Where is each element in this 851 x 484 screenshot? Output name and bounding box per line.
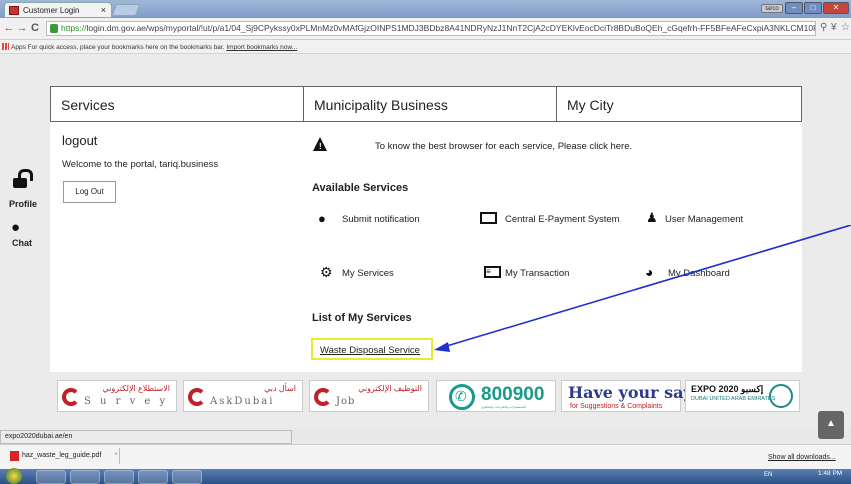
- url-input[interactable]: https://login.dm.gov.ae/wps/myportal/!ut…: [46, 21, 816, 36]
- extension-icon[interactable]: ¥: [831, 22, 837, 33]
- new-tab-button[interactable]: [111, 4, 141, 16]
- service-central-e-payment[interactable]: Central E-Payment System: [505, 214, 620, 225]
- top-navigation: Services Municipality Business My City: [50, 86, 802, 122]
- ejob-banner[interactable]: التوظيف الإلكتروني Job: [309, 380, 429, 412]
- comments-icon: ●: [318, 211, 326, 226]
- apps-icon[interactable]: [2, 43, 9, 50]
- have-your-say-banner[interactable]: Have your say. for Suggestions & Complai…: [561, 380, 697, 412]
- nav-tab-municipality-business[interactable]: Municipality Business: [304, 87, 557, 121]
- taskbar-clock[interactable]: 1:48 PM: [818, 470, 842, 477]
- e-logo-icon: [62, 388, 80, 406]
- service-my-services[interactable]: My Services: [342, 268, 394, 279]
- expo-emblem-icon: [769, 384, 793, 408]
- downloads-bar: [0, 444, 851, 469]
- logout-button[interactable]: Log Out: [63, 181, 116, 203]
- close-window-button[interactable]: ✕: [823, 2, 849, 14]
- user-icon: ♟: [646, 210, 658, 225]
- tab-close-icon[interactable]: ×: [101, 5, 106, 15]
- ejob-english: Job: [336, 396, 356, 407]
- download-item[interactable]: haz_waste_leg_guide.pdf: [10, 448, 120, 464]
- chat-icon[interactable]: ●: [11, 219, 20, 236]
- available-services-heading: Available Services: [312, 182, 409, 194]
- logout-heading: logout: [62, 133, 98, 148]
- bookmarks-bar: Apps For quick access, place your bookma…: [0, 40, 851, 54]
- bookmarks-hint: For quick access, place your bookmarks h…: [27, 44, 225, 51]
- hotline-number: 800900: [481, 384, 545, 405]
- waste-disposal-service-link[interactable]: Waste Disposal Service: [311, 338, 433, 360]
- hotline-caption: للاستفسارات والاقتراحات والشكاوى: [481, 405, 526, 409]
- my-services-heading: List of My Services: [312, 312, 412, 324]
- lock-icon: [50, 24, 58, 33]
- profile-tool[interactable]: Profile: [9, 199, 37, 209]
- survey-banner[interactable]: الاستطلاع الإلكتروني S u r v e y: [57, 380, 177, 412]
- star-icon[interactable]: ☆: [841, 22, 850, 33]
- favicon-icon: [9, 6, 19, 15]
- have-your-say-title: Have your say.: [568, 383, 697, 402]
- expo-banner[interactable]: EXPO 2020 إكسبو DUBAI UNITED ARAB EMIRAT…: [685, 380, 800, 412]
- expo-title: EXPO 2020 إكسبو: [691, 384, 764, 394]
- hotline-banner[interactable]: ✆ 800900 للاستفسارات والاقتراحات والشكاو…: [436, 380, 556, 412]
- service-user-management[interactable]: User Management: [665, 214, 743, 225]
- taskbar-ie-icon[interactable]: [36, 470, 66, 484]
- browser-notice-link[interactable]: To know the best browser for each servic…: [375, 141, 632, 152]
- url-text: login.dm.gov.ae/wps/myportal/!ut/p/a1/04…: [86, 23, 816, 33]
- service-submit-notification[interactable]: Submit notification: [342, 214, 420, 225]
- unlock-icon[interactable]: [13, 169, 33, 188]
- taskbar-chrome-icon[interactable]: [70, 470, 100, 484]
- reload-icon[interactable]: C: [29, 22, 41, 34]
- apps-label[interactable]: Apps: [11, 44, 26, 51]
- suggestions-caption: for Suggestions & Complaints: [570, 403, 663, 410]
- chat-tool[interactable]: Chat: [12, 238, 32, 248]
- nav-tab-services[interactable]: Services: [51, 87, 304, 121]
- show-all-downloads-link[interactable]: Show all downloads...: [768, 454, 836, 461]
- annotation-arrow: [434, 225, 851, 352]
- minimize-button[interactable]: –: [785, 2, 803, 14]
- chevron-up-icon[interactable]: ⌃: [113, 452, 119, 460]
- import-bookmarks-link[interactable]: Import bookmarks now...: [226, 44, 297, 51]
- forward-icon[interactable]: →: [16, 22, 28, 34]
- nav-tab-my-city[interactable]: My City: [557, 87, 801, 121]
- survey-arabic: الاستطلاع الإلكتروني: [102, 384, 170, 393]
- taskbar-media-icon[interactable]: [138, 470, 168, 484]
- tray-language[interactable]: EN: [764, 472, 772, 478]
- askdubai-english: AskDubai: [210, 396, 275, 407]
- profile-user-button[interactable]: tarco: [761, 4, 783, 13]
- credit-card-icon: [480, 212, 497, 224]
- welcome-text: Welcome to the portal, tariq.business: [62, 159, 219, 170]
- askdubai-banner[interactable]: اسأل دبي AskDubai: [183, 380, 303, 412]
- taskbar-app-icon[interactable]: [172, 470, 202, 484]
- warning-mark: !: [319, 142, 322, 151]
- start-button[interactable]: [6, 468, 22, 484]
- browser-tab[interactable]: Customer Login ×: [4, 2, 112, 18]
- status-url: expo2020dubai.ae/en: [0, 430, 292, 444]
- account-panel: logout Welcome to the portal, tariq.busi…: [50, 122, 303, 372]
- back-icon[interactable]: ←: [3, 22, 15, 34]
- phone-icon: ✆: [455, 388, 467, 404]
- zoom-icon[interactable]: ⚲: [820, 22, 827, 33]
- url-scheme: https://: [61, 23, 87, 33]
- cogs-icon: ⚙: [320, 264, 333, 280]
- expo-subtitle: DUBAI UNITED ARAB EMIRATES: [691, 396, 776, 402]
- askdubai-arabic: اسأل دبي: [264, 384, 296, 393]
- tab-title: Customer Login: [23, 6, 80, 15]
- maximize-button[interactable]: □: [804, 2, 822, 14]
- ejob-arabic: التوظيف الإلكتروني: [358, 384, 422, 393]
- pdf-icon: [10, 451, 19, 461]
- taskbar-folder-icon[interactable]: [104, 470, 134, 484]
- download-filename: haz_waste_leg_guide.pdf: [22, 452, 102, 459]
- survey-english: S u r v e y: [84, 396, 169, 407]
- e-logo-icon: [188, 388, 206, 406]
- e-logo-icon: [314, 388, 332, 406]
- scroll-to-top-button[interactable]: ▲: [818, 411, 844, 439]
